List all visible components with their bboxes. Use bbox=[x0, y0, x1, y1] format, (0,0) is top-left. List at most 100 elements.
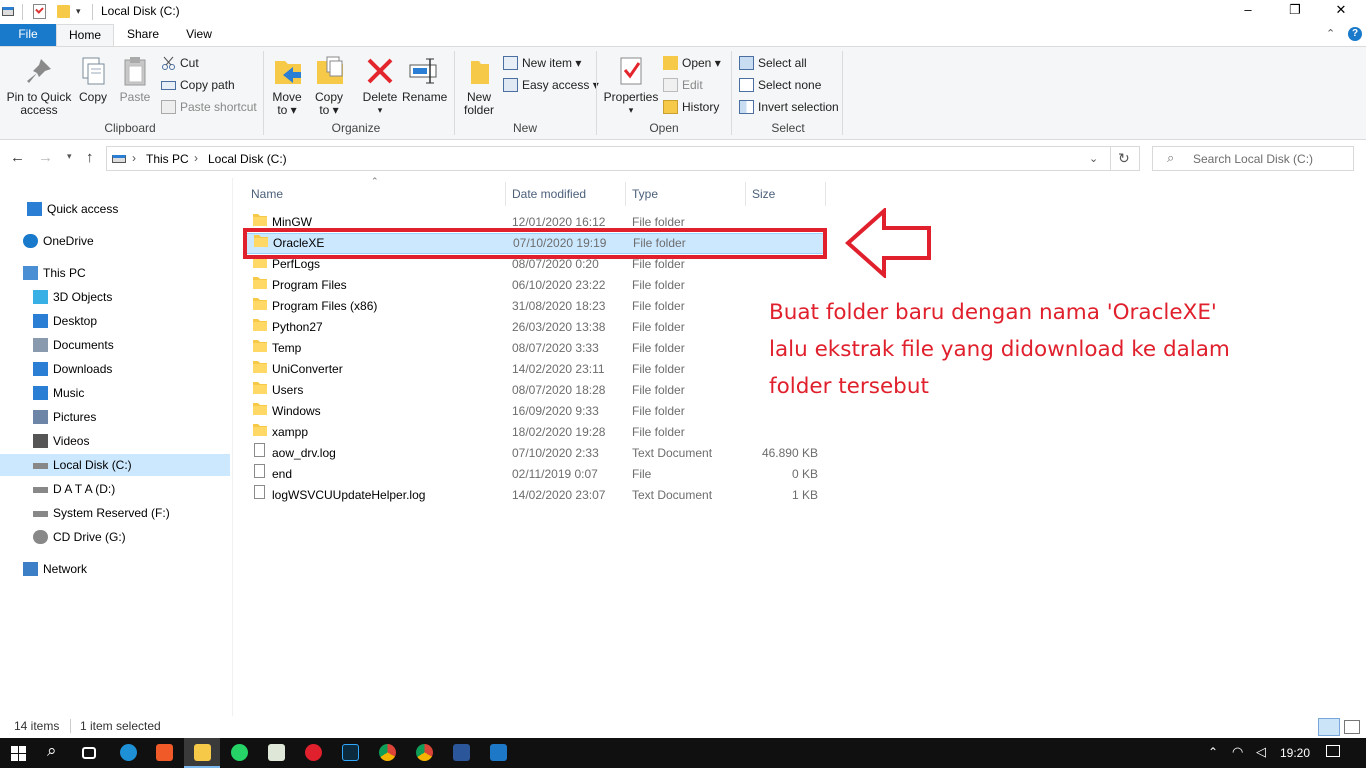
properties-button[interactable]: Properties ▾ bbox=[602, 53, 660, 117]
easy-access-button[interactable]: Easy access ▾ bbox=[502, 75, 599, 95]
sidebar-item[interactable]: 3D Objects bbox=[0, 286, 230, 308]
table-row[interactable]: Program Files (x86) 31/08/2020 18:23 File … bbox=[246, 296, 824, 317]
photos-button[interactable] bbox=[480, 738, 516, 768]
table-row[interactable]: aow_drv.log 07/10/2020 2:33 Text Document 4… bbox=[246, 443, 824, 464]
sidebar-item[interactable]: Pictures bbox=[0, 406, 230, 428]
column-separator[interactable] bbox=[825, 182, 826, 206]
help-icon[interactable]: ? bbox=[1348, 27, 1362, 41]
app-button[interactable] bbox=[146, 738, 182, 768]
edit-button[interactable]: Edit bbox=[662, 75, 703, 95]
edge-button[interactable] bbox=[110, 738, 146, 768]
tab-home[interactable]: Home bbox=[56, 24, 114, 47]
chrome-button[interactable] bbox=[369, 738, 405, 768]
paste-button[interactable]: Paste bbox=[117, 53, 153, 104]
maximize-button[interactable]: ❐ bbox=[1285, 2, 1305, 18]
invert-selection-button[interactable]: Invert selection bbox=[738, 97, 839, 117]
column-header-name[interactable]: Name bbox=[251, 186, 283, 202]
word-button[interactable] bbox=[443, 738, 479, 768]
table-row[interactable]: logWSVCUUpdateHelper.log 14/02/2020 23:07… bbox=[246, 485, 824, 506]
tab-share[interactable]: Share bbox=[118, 24, 168, 46]
table-row[interactable]: UniConverter 14/02/2020 23:11 File folder bbox=[246, 359, 824, 380]
column-separator[interactable] bbox=[745, 182, 746, 206]
search-input[interactable]: Search Local Disk (C:) bbox=[1193, 152, 1313, 166]
sidebar-item[interactable]: Downloads bbox=[0, 358, 230, 380]
rename-button[interactable]: Rename bbox=[402, 53, 447, 104]
sidebar-item[interactable]: Desktop bbox=[0, 310, 230, 332]
notes-button[interactable] bbox=[258, 738, 294, 768]
copy-button[interactable]: Copy bbox=[76, 53, 110, 104]
breadcrumb-this-pc[interactable]: This PC bbox=[146, 152, 189, 166]
move-to-button[interactable]: Move to ▾ bbox=[270, 53, 304, 117]
search-box[interactable]: ⌕ Search Local Disk (C:) bbox=[1152, 146, 1354, 171]
whatsapp-button[interactable] bbox=[221, 738, 257, 768]
sidebar-item[interactable]: System Reserved (F:) bbox=[0, 502, 230, 524]
sidebar-item[interactable]: Local Disk (C:) bbox=[0, 454, 230, 476]
clock[interactable]: 19:20 bbox=[1280, 746, 1310, 760]
sidebar-item[interactable]: Videos bbox=[0, 430, 230, 452]
address-dropdown-icon[interactable]: ⌄ bbox=[1089, 152, 1098, 165]
recent-locations-chevron-icon[interactable]: ▾ bbox=[67, 151, 72, 162]
open-button[interactable]: Open ▾ bbox=[662, 53, 721, 73]
new-folder-button[interactable]: New folder bbox=[459, 53, 499, 117]
address-box[interactable]: › This PC › Local Disk (C:) ⌄ ↻ bbox=[106, 146, 1140, 171]
table-row[interactable]: Users 08/07/2020 18:28 File folder bbox=[246, 380, 824, 401]
column-header-size[interactable]: Size bbox=[752, 186, 775, 202]
new-item-button[interactable]: New item ▾ bbox=[502, 53, 581, 73]
new-folder-icon[interactable] bbox=[57, 5, 70, 18]
sidebar-item[interactable]: Quick access bbox=[0, 198, 230, 220]
table-row[interactable]: Program Files 06/10/2020 23:22 File folder bbox=[246, 275, 824, 296]
history-button[interactable]: History bbox=[662, 97, 719, 117]
sidebar-item[interactable]: Network bbox=[0, 558, 230, 580]
minimize-button[interactable]: – bbox=[1238, 2, 1258, 17]
tab-view[interactable]: View bbox=[174, 24, 224, 46]
column-separator[interactable] bbox=[625, 182, 626, 206]
table-row[interactable]: Python27 26/03/2020 13:38 File folder bbox=[246, 317, 824, 338]
refresh-icon[interactable]: ↻ bbox=[1118, 150, 1130, 167]
opera-button[interactable] bbox=[295, 738, 331, 768]
sidebar-item[interactable]: D A T A (D:) bbox=[0, 478, 230, 500]
qat-dropdown-icon[interactable]: ▾ bbox=[76, 6, 81, 17]
breadcrumb-local-disk[interactable]: Local Disk (C:) bbox=[208, 152, 287, 166]
copy-path-button[interactable]: Copy path bbox=[160, 75, 235, 95]
copy-to-button[interactable]: Copy to ▾ bbox=[312, 53, 346, 117]
start-button[interactable] bbox=[0, 738, 36, 768]
sidebar-item[interactable]: This PC bbox=[0, 262, 230, 284]
wifi-icon[interactable]: ◠ bbox=[1232, 744, 1243, 760]
table-row[interactable]: xampp 18/02/2020 19:28 File folder bbox=[246, 422, 824, 443]
notification-icon[interactable] bbox=[1326, 745, 1340, 757]
cut-button[interactable]: Cut bbox=[160, 53, 199, 73]
up-arrow-icon[interactable]: ↑ bbox=[86, 149, 94, 166]
table-row[interactable]: Temp 08/07/2020 3:33 File folder bbox=[246, 338, 824, 359]
sidebar-item[interactable]: OneDrive bbox=[0, 230, 230, 252]
table-row[interactable]: end 02/11/2019 0:07 File 0 KB bbox=[246, 464, 824, 485]
drive-icon[interactable] bbox=[2, 7, 14, 16]
large-icons-view-icon[interactable] bbox=[1344, 720, 1360, 734]
paste-shortcut-button[interactable]: Paste shortcut bbox=[160, 97, 257, 117]
tab-file[interactable]: File bbox=[0, 24, 56, 46]
tray-chevron-icon[interactable]: ⌃ bbox=[1208, 745, 1218, 759]
sidebar-item[interactable]: Documents bbox=[0, 334, 230, 356]
pin-to-quick-access-button[interactable]: Pin to Quick access bbox=[4, 53, 74, 117]
back-arrow-icon[interactable]: ← bbox=[10, 149, 25, 166]
file-explorer-button[interactable] bbox=[184, 738, 220, 768]
details-view-icon[interactable] bbox=[1318, 718, 1340, 736]
collapse-ribbon-icon[interactable]: ⌃ bbox=[1326, 27, 1335, 40]
sidebar-item[interactable]: Music bbox=[0, 382, 230, 404]
chrome-button-2[interactable] bbox=[406, 738, 442, 768]
properties-icon[interactable] bbox=[33, 4, 46, 19]
column-header-date[interactable]: Date modified bbox=[512, 186, 586, 202]
volume-icon[interactable]: ◁ bbox=[1256, 744, 1266, 760]
sidebar-item[interactable]: CD Drive (G:) bbox=[0, 526, 230, 548]
column-header-type[interactable]: Type bbox=[632, 186, 658, 202]
forward-arrow-icon[interactable]: → bbox=[38, 149, 53, 166]
delete-button[interactable]: Delete ▾ bbox=[360, 53, 400, 117]
select-all-button[interactable]: Select all bbox=[738, 53, 807, 73]
column-separator[interactable] bbox=[505, 182, 506, 206]
close-button[interactable]: ✕ bbox=[1331, 2, 1351, 18]
search-taskbar-button[interactable]: ⌕ bbox=[36, 738, 72, 768]
status-bar: 14 items 1 item selected bbox=[0, 716, 1366, 738]
photoshop-button[interactable] bbox=[332, 738, 368, 768]
table-row[interactable]: Windows 16/09/2020 9:33 File folder bbox=[246, 401, 824, 422]
select-none-button[interactable]: Select none bbox=[738, 75, 821, 95]
task-view-button[interactable] bbox=[72, 738, 108, 768]
